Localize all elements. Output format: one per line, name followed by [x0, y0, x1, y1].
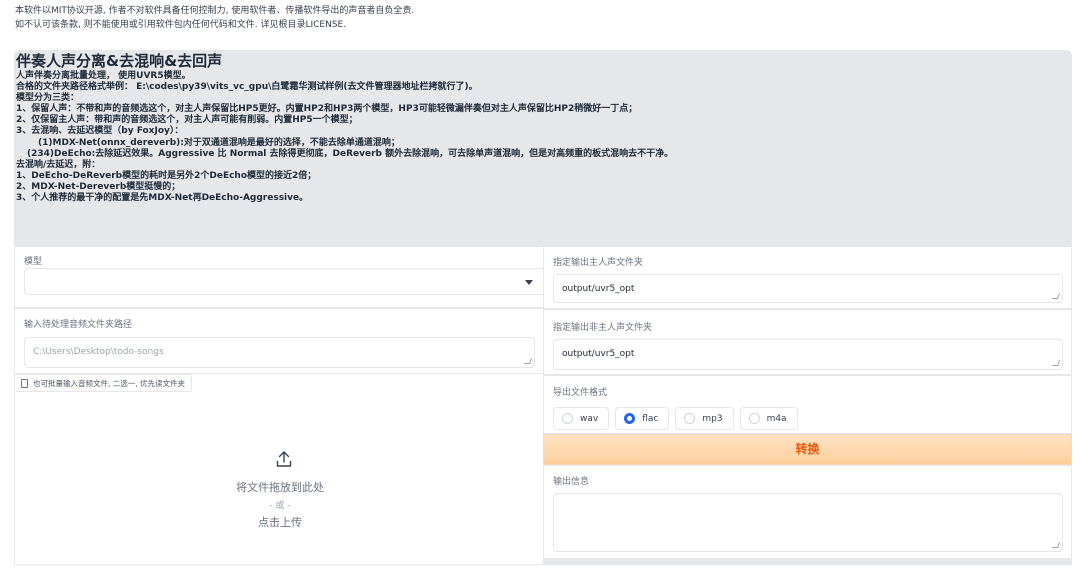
input-dir-panel: 输入待处理音频文件夹路径 C:\Users\Desktop\todo-songs — [14, 308, 544, 374]
format-option-flac[interactable]: flac — [615, 407, 670, 430]
info-line: 3、个人推荐的最干净的配置是先MDX-Net再DeEcho-Aggressive… — [16, 193, 309, 204]
info-line: (1)MDX-Net(onnx_dereverb):对于双通道混响是最好的选择，… — [38, 137, 400, 148]
radio-icon — [684, 413, 696, 424]
input-dir-field[interactable]: C:\Users\Desktop\todo-songs — [24, 337, 535, 368]
input-dir-placeholder: C:\Users\Desktop\todo-songs — [33, 347, 164, 357]
click-upload-text[interactable]: 点击上传 — [15, 514, 545, 530]
info-line: (234)DeEcho:去除延迟效果。Aggressive 比 Normal 去… — [27, 148, 674, 159]
license-notice: 本软件以MIT协议开源, 作者不对软件具备任何控制力, 使用软件者、传播软件导出… — [15, 4, 414, 32]
license-notice-line-1: 本软件以MIT协议开源, 作者不对软件具备任何控制力, 使用软件者、传播软件导出… — [15, 6, 415, 16]
info-line: 2、仅保留主人声：带和声的音频选这个，对主人声可能有削弱。内置HP5一个模型； — [16, 115, 358, 126]
upload-label-tag: 也可批量输入音频文件, 二选一, 优先读文件夹 — [14, 374, 193, 392]
info-line: 3、去混响、去延迟模型（by FoxJoy）： — [16, 126, 184, 137]
radio-icon — [562, 413, 573, 424]
format-label: 导出文件格式 — [553, 388, 608, 398]
upload-icon — [276, 451, 292, 467]
chevron-down-icon — [525, 280, 533, 285]
radio-selected-icon — [624, 413, 636, 424]
instrumental-output-panel: 指定输出非主人声文件夹 output/uvr5_opt — [543, 309, 1072, 375]
upload-tag-text: 也可批量输入音频文件, 二选一, 优先读文件夹 — [33, 379, 186, 388]
info-line: 去混响/去延迟，附： — [16, 159, 101, 170]
file-icon — [21, 379, 28, 388]
info-line: 模型分为三类： — [16, 93, 80, 104]
vocal-output-value: output/uvr5_opt — [562, 284, 635, 294]
format-option-mp3[interactable]: mp3 — [675, 407, 734, 430]
format-option-label: wav — [580, 413, 599, 424]
format-panel: 导出文件格式 wav flac mp3 m4a — [543, 375, 1072, 434]
info-line: 1、DeEcho-DeReverb模型的耗时是另外2个DeEcho模型的接近2倍… — [16, 170, 317, 181]
instrumental-output-value: output/uvr5_opt — [562, 349, 635, 359]
convert-button[interactable]: 转换 — [543, 434, 1072, 465]
output-info-label: 输出信息 — [553, 477, 590, 487]
resize-handle-icon[interactable] — [1051, 293, 1061, 299]
resize-handle-icon[interactable] — [1051, 360, 1061, 366]
info-line: 人声伴奏分离批量处理， 使用UVR5模型。 — [16, 71, 191, 81]
info-line: 2、MDX-Net-Dereverb模型挺慢的； — [16, 181, 181, 192]
format-option-label: mp3 — [702, 413, 723, 424]
info-line: 1、保留人声：不带和声的音频选这个，对主人声保留比HP5更好。内置HP2和HP3… — [16, 104, 638, 115]
resize-handle-icon[interactable] — [1051, 542, 1061, 548]
resize-handle-icon[interactable] — [523, 358, 533, 364]
info-line: 合格的文件夹路径格式举例： E:\codes\py39\vits_vc_gpu\… — [16, 82, 478, 93]
format-option-label: m4a — [766, 413, 787, 424]
instrumental-output-label: 指定输出非主人声文件夹 — [553, 323, 653, 333]
model-panel: 模型 — [14, 246, 548, 308]
license-notice-line-2: 如不认可该条款, 则不能使用或引用软件包内任何代码和文件. 详见根目录LICEN… — [15, 20, 347, 30]
instrumental-output-field[interactable]: output/uvr5_opt — [553, 339, 1063, 370]
drop-text: 将文件拖放到此处 — [236, 481, 324, 494]
format-option-m4a[interactable]: m4a — [739, 407, 798, 430]
format-radio-group: wav flac mp3 m4a — [553, 407, 798, 430]
radio-icon — [748, 413, 760, 424]
model-dropdown[interactable] — [24, 268, 548, 295]
input-dir-label: 输入待处理音频文件夹路径 — [24, 320, 133, 330]
drop-or-text: - 或 - — [269, 501, 291, 511]
file-drop-zone[interactable]: 将文件拖放到此处 - 或 - 点击上传 — [14, 392, 544, 565]
vocal-output-label: 指定输出主人声文件夹 — [553, 258, 644, 268]
panel-divider — [543, 559, 1072, 565]
uvr5-info-block: 伴奏人声分离&去混响&去回声 人声伴奏分离批量处理， 使用UVR5模型。 合格的… — [14, 50, 1072, 246]
model-label: 模型 — [24, 257, 43, 267]
format-option-label: flac — [642, 413, 659, 424]
section-title: 伴奏人声分离&去混响&去回声 — [16, 52, 223, 70]
format-option-wav[interactable]: wav — [553, 407, 610, 430]
output-info-field[interactable] — [553, 493, 1063, 552]
output-info-panel: 输出信息 — [543, 465, 1072, 559]
vocal-output-panel: 指定输出主人声文件夹 output/uvr5_opt — [543, 246, 1072, 309]
vocal-output-field[interactable]: output/uvr5_opt — [553, 274, 1063, 303]
